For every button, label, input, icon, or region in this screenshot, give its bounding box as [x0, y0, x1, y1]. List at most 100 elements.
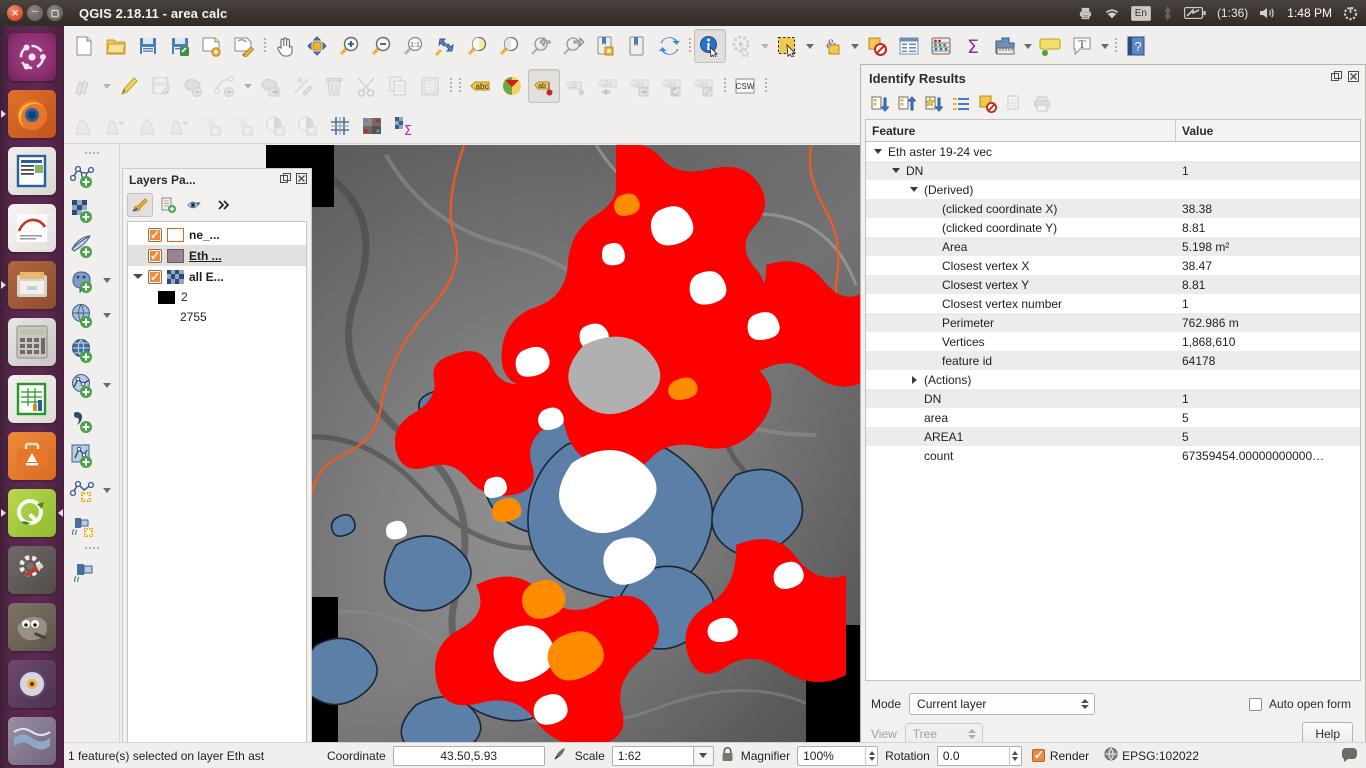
globe-icon[interactable] [1104, 747, 1118, 764]
launcher-item-files[interactable] [0, 256, 64, 313]
manage-layer-visibility-button[interactable] [183, 193, 209, 217]
raster-histogram-stretch-button[interactable] [68, 109, 100, 143]
table-row[interactable]: count 67359454.00000000000… [866, 446, 1360, 465]
printer-icon[interactable] [1031, 93, 1053, 115]
crs-label[interactable]: EPSG:102022 [1122, 749, 1199, 763]
change-label-button[interactable]: abc [688, 69, 720, 103]
auto-open-form-checkbox[interactable] [1248, 697, 1262, 711]
add-delimited-text-layer-button[interactable] [66, 230, 100, 262]
launcher-item-ubuntu-dash[interactable] [0, 28, 64, 85]
new-print-composer-button[interactable] [196, 29, 228, 63]
layer-visibility-checkbox[interactable] [148, 227, 162, 243]
keyboard-layout-indicator[interactable]: En [1130, 5, 1151, 21]
printer-icon[interactable] [1078, 6, 1093, 21]
new-bookmark-button[interactable] [589, 29, 621, 63]
add-postgis-layer-button[interactable] [66, 265, 100, 297]
launcher-item-file-manager[interactable] [0, 712, 64, 768]
deselect-features-button[interactable] [861, 29, 893, 63]
zoom-full-button[interactable] [429, 29, 461, 63]
statistical-summary-button[interactable]: Σ [957, 29, 989, 63]
add-group-button[interactable] [155, 193, 181, 217]
refresh-button[interactable] [653, 29, 685, 63]
raster-cumulative-stretch-button[interactable] [100, 109, 132, 143]
mode-select[interactable]: Current layer [909, 693, 1096, 715]
launcher-item-disc-burner[interactable] [0, 655, 64, 712]
layer-visibility-checkbox[interactable] [148, 248, 162, 264]
twisty-icon[interactable] [908, 187, 920, 192]
expand-all-icon[interactable] [923, 93, 945, 115]
open-layer-styling-panel-button[interactable] [127, 193, 153, 217]
current-edits-dropdown[interactable] [100, 69, 113, 103]
zoom-native-resolution-button[interactable]: 1:1 [397, 29, 429, 63]
expand-tree-icon[interactable] [869, 93, 891, 115]
pan-map-button[interactable] [269, 29, 301, 63]
table-row[interactable]: (clicked coordinate Y) 8.81 [866, 218, 1360, 237]
raster-local-cumulative-button[interactable] [164, 109, 196, 143]
save-project-as-button[interactable] [164, 29, 196, 63]
new-text-annotation-button[interactable]: T [1066, 29, 1098, 63]
add-wfs-layer-dropdown[interactable] [100, 370, 114, 402]
coordinate-input[interactable]: 43.50,5.93 [392, 745, 545, 766]
map-tips-button[interactable] [1034, 29, 1066, 63]
run-feature-action-dropdown[interactable] [758, 29, 771, 63]
close-icon[interactable] [1348, 71, 1359, 85]
cut-features-button[interactable] [350, 69, 382, 103]
column-header-value[interactable]: Value [1176, 120, 1360, 141]
select-by-expression-button[interactable]: & [816, 29, 848, 63]
annotation-dropdown[interactable] [1098, 29, 1111, 63]
launcher-item-libreoffice-writer[interactable] [0, 142, 64, 199]
map-canvas[interactable] [266, 145, 862, 749]
twisty-icon[interactable] [908, 375, 920, 384]
undock-icon[interactable] [280, 173, 291, 187]
list-view-icon[interactable] [950, 93, 972, 115]
scale-input[interactable]: 1:62 [611, 745, 694, 766]
move-feature-button[interactable] [254, 69, 286, 103]
add-vector-layer-button[interactable] [66, 160, 100, 192]
minimize-button[interactable]: ─ [27, 5, 43, 21]
save-project-button[interactable] [132, 29, 164, 63]
table-row[interactable]: area 5 [866, 408, 1360, 427]
table-row[interactable]: feature id 64178 [866, 351, 1360, 370]
bluetooth-icon[interactable] [1162, 5, 1173, 21]
message-bubble-icon[interactable] [1341, 747, 1366, 765]
help-contents-button[interactable]: ? [1120, 29, 1152, 63]
close-icon[interactable] [296, 173, 307, 187]
table-row[interactable]: Closest vertex number 1 [866, 294, 1360, 313]
launcher-item-system-settings[interactable] [0, 541, 64, 598]
add-wfs-layer-button[interactable] [66, 370, 100, 402]
table-row[interactable]: Perimeter 762.986 m [866, 313, 1360, 332]
expand-toolbar-button[interactable] [211, 193, 237, 217]
rotate-label-button[interactable]: abc [656, 69, 688, 103]
table-row[interactable]: DN 1 [866, 389, 1360, 408]
lock-icon[interactable] [721, 746, 734, 765]
identify-results-table[interactable]: Feature Value Eth aster 19-24 vec DN 1 (Der… [865, 119, 1361, 681]
open-data-source-manager-button[interactable] [66, 510, 100, 542]
clear-results-icon[interactable] [977, 93, 999, 115]
clock[interactable]: 1:48 PM [1287, 6, 1332, 20]
scale-dropdown[interactable] [693, 745, 714, 766]
copy-features-button[interactable] [382, 69, 414, 103]
render-checkbox[interactable] [1031, 747, 1045, 764]
table-row[interactable]: Eth aster 19-24 vec [866, 142, 1360, 161]
measure-line-button[interactable] [989, 29, 1021, 63]
add-circular-string-button[interactable] [209, 69, 241, 103]
launcher-item-ubuntu-software[interactable] [0, 427, 64, 484]
run-feature-action-button[interactable] [726, 29, 758, 63]
launcher-item-libreoffice-calc[interactable] [0, 370, 64, 427]
battery-icon[interactable] [1183, 7, 1206, 19]
layer-labeling-options-button[interactable]: abc [464, 69, 496, 103]
maximize-button[interactable]: ▢ [47, 5, 63, 21]
toggle-editing-button[interactable] [113, 69, 145, 103]
measure-dropdown[interactable] [1021, 29, 1034, 63]
new-project-button[interactable] [68, 29, 100, 63]
select-features-button[interactable] [771, 29, 803, 63]
show-hide-labels-button[interactable]: abc [592, 69, 624, 103]
zoom-last-button[interactable] [525, 29, 557, 63]
new-memory-layer-button[interactable] [66, 475, 100, 507]
decrease-contrast-button[interactable] [292, 109, 324, 143]
zoom-next-button[interactable] [557, 29, 589, 63]
layers-tree[interactable]: ne_... Eth ... all E... [127, 221, 307, 749]
launcher-item-calculator[interactable] [0, 313, 64, 370]
decrease-brightness-button[interactable] [228, 109, 260, 143]
zoom-in-button[interactable] [333, 29, 365, 63]
